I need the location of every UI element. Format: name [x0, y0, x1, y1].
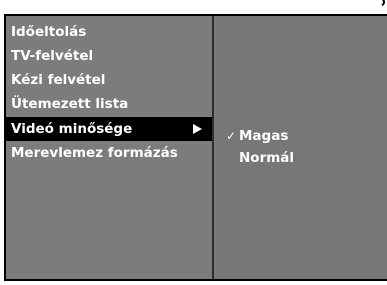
menu-item-label: TV-felvétel	[11, 48, 94, 64]
triangle-right-icon	[193, 124, 202, 134]
menu-item-label: Kézi felvétel	[11, 72, 106, 88]
submenu-panel: ✓ Magas Normál	[215, 16, 387, 279]
checkmark-icon: ✓	[225, 129, 237, 143]
main-menu-panel: Időeltolás TV-felvétel Kézi felvétel Üte…	[6, 16, 214, 279]
option-label: Magas	[239, 128, 289, 144]
option-normal[interactable]: Normál	[215, 147, 387, 169]
menu-item-time-shift[interactable]: Időeltolás	[6, 20, 212, 44]
menu-item-label: Videó minősége	[11, 121, 133, 137]
menu-item-schedule-list[interactable]: Ütemezett lista	[6, 92, 212, 116]
menu-item-video-quality[interactable]: Videó minősége	[6, 117, 212, 141]
menu-item-tv-recording[interactable]: TV-felvétel	[6, 44, 212, 68]
option-high[interactable]: ✓ Magas	[215, 125, 387, 147]
tv-screen: Időeltolás TV-felvétel Kézi felvétel Üte…	[0, 0, 387, 285]
osd-menu: Időeltolás TV-felvétel Kézi felvétel Üte…	[4, 14, 387, 281]
option-label: Normál	[239, 150, 295, 166]
menu-item-manual-recording[interactable]: Kézi felvétel	[6, 68, 212, 92]
menu-item-label: Merevlemez formázás	[11, 145, 178, 161]
menu-item-label: Ütemezett lista	[11, 96, 129, 112]
menu-item-label: Időeltolás	[11, 24, 87, 40]
menu-item-hdd-format[interactable]: Merevlemez formázás	[6, 141, 212, 165]
corner-decoration	[367, 0, 385, 8]
